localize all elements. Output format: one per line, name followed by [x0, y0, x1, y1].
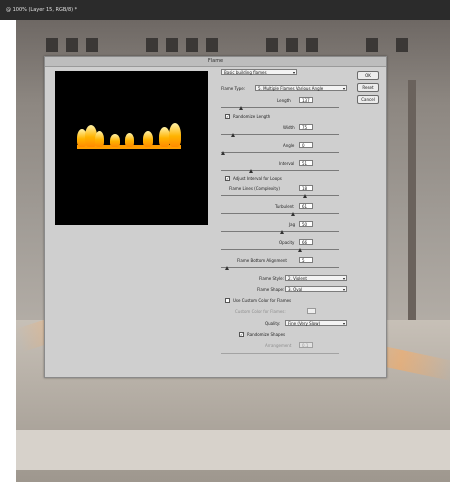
adjust-interval-label: Adjust Interval for Loops	[233, 176, 282, 181]
window	[206, 38, 218, 52]
width-label: Width	[283, 125, 295, 130]
arrangement-field[interactable]: 0.1	[299, 342, 313, 348]
flame-type-label: Flame Type:	[221, 86, 246, 91]
randomize-length-checkbox[interactable]: ✓	[225, 114, 230, 119]
dialog-title[interactable]: Flame	[45, 57, 386, 67]
preset-value: Basic building flames	[224, 70, 267, 75]
window	[86, 38, 98, 52]
randomize-shapes-checkbox[interactable]: ✓	[239, 332, 244, 337]
custom-color-field-label: Custom Color for Flames:	[235, 309, 286, 314]
flame-tongue	[169, 123, 181, 147]
window	[306, 38, 318, 52]
angle-slider[interactable]	[221, 152, 339, 153]
complexity-label: Flame Lines (Complexity)	[229, 186, 280, 191]
custom-color-checkbox[interactable]	[225, 298, 230, 303]
preset-select[interactable]: Basic building flames ▾	[221, 69, 297, 75]
window	[146, 38, 158, 52]
randomize-length-label: Randomize Length	[233, 114, 271, 119]
window	[396, 38, 408, 52]
opacity-slider[interactable]	[221, 249, 339, 250]
interval-slider[interactable]	[221, 170, 339, 171]
window	[366, 38, 378, 52]
jag-slider-thumb[interactable]	[280, 230, 284, 234]
quality-select[interactable]: Fine (Very Slow) ▾	[285, 320, 347, 326]
ok-button[interactable]: OK	[357, 71, 379, 80]
document-tab[interactable]: @ 100% (Layer 15, RGB/8) *	[0, 0, 450, 20]
custom-color-swatch[interactable]	[307, 308, 316, 314]
cancel-button[interactable]: Cancel	[357, 95, 379, 104]
interval-slider-thumb[interactable]	[249, 169, 253, 173]
window	[166, 38, 178, 52]
jag-field[interactable]: 50	[299, 221, 313, 227]
flame-preview	[55, 71, 208, 225]
turbulent-slider[interactable]	[221, 213, 339, 214]
length-label: Length	[277, 98, 291, 103]
arrangement-label: Arrangement	[265, 343, 292, 348]
chevron-down-icon: ▾	[342, 86, 345, 91]
complexity-field[interactable]: 18	[299, 185, 313, 191]
width-slider[interactable]	[221, 134, 339, 135]
chevron-down-icon: ▾	[342, 321, 345, 326]
bottom-alignment-slider-thumb[interactable]	[225, 266, 229, 270]
quality-label: Quality:	[265, 321, 281, 326]
pillar	[408, 80, 416, 320]
interval-label: Interval	[279, 161, 295, 166]
window	[286, 38, 298, 52]
window	[66, 38, 78, 52]
angle-label: Angle	[283, 143, 295, 148]
bottom-alignment-field[interactable]: 5	[299, 257, 313, 263]
adjust-interval-checkbox[interactable]: ✓	[225, 176, 230, 181]
opacity-label: Opacity	[279, 240, 295, 245]
document-tab-title: @ 100% (Layer 15, RGB/8) *	[6, 7, 78, 13]
angle-field[interactable]: 0	[299, 142, 313, 148]
flame-shape-value: 3. Oval	[288, 287, 303, 292]
flame-tongue	[125, 133, 134, 147]
width-slider-thumb[interactable]	[231, 133, 235, 137]
interval-field[interactable]: 51	[299, 160, 313, 166]
arrangement-slider[interactable]	[221, 353, 339, 354]
reset-button[interactable]: Reset	[357, 83, 379, 92]
flame-shape-select[interactable]: 3. Oval ▾	[285, 286, 347, 292]
randomize-shapes-label: Randomize Shapes	[247, 332, 286, 337]
chevron-down-icon: ▾	[292, 70, 295, 75]
flame-shape-label: Flame Shape:	[257, 287, 285, 292]
turbulent-slider-thumb[interactable]	[291, 212, 295, 216]
turbulent-field[interactable]: 61	[299, 203, 313, 209]
flame-style-select[interactable]: 2. Violent ▾	[285, 275, 347, 281]
window	[46, 38, 58, 52]
custom-color-label: Use Custom Color for Flames	[233, 298, 292, 303]
window	[266, 38, 278, 52]
angle-slider-thumb[interactable]	[221, 151, 225, 155]
flame-tongue	[95, 131, 104, 147]
flame-type-select[interactable]: 5. Multiple Flames Various Angle ▾	[255, 85, 347, 91]
chevron-down-icon: ▾	[342, 287, 345, 292]
turbulent-label: Turbulent	[275, 204, 294, 209]
length-field[interactable]: 137	[299, 97, 313, 103]
bottom-alignment-slider[interactable]	[221, 267, 339, 268]
bottom-alignment-label: Flame Bottom Alignment	[237, 258, 287, 263]
flame-style-label: Flame Style:	[259, 276, 284, 281]
ground-strip	[16, 430, 450, 470]
opacity-slider-thumb[interactable]	[298, 248, 302, 252]
opacity-field[interactable]: 66	[299, 239, 313, 245]
flame-tongue	[143, 131, 153, 147]
flame-style-value: 2. Violent	[288, 276, 307, 281]
chevron-down-icon: ▾	[342, 276, 345, 281]
window	[186, 38, 198, 52]
complexity-slider[interactable]	[221, 195, 339, 196]
flame-tongue	[110, 134, 120, 147]
flame-type-value: 5. Multiple Flames Various Angle	[258, 86, 324, 91]
width-field[interactable]: 75	[299, 124, 313, 130]
complexity-slider-thumb[interactable]	[303, 194, 307, 198]
length-slider-thumb[interactable]	[239, 106, 243, 110]
jag-label: Jag	[289, 222, 296, 227]
flame-dialog: Flame OK Reset Cancel Basic building fla…	[44, 56, 387, 378]
quality-value: Fine (Very Slow)	[288, 321, 321, 326]
